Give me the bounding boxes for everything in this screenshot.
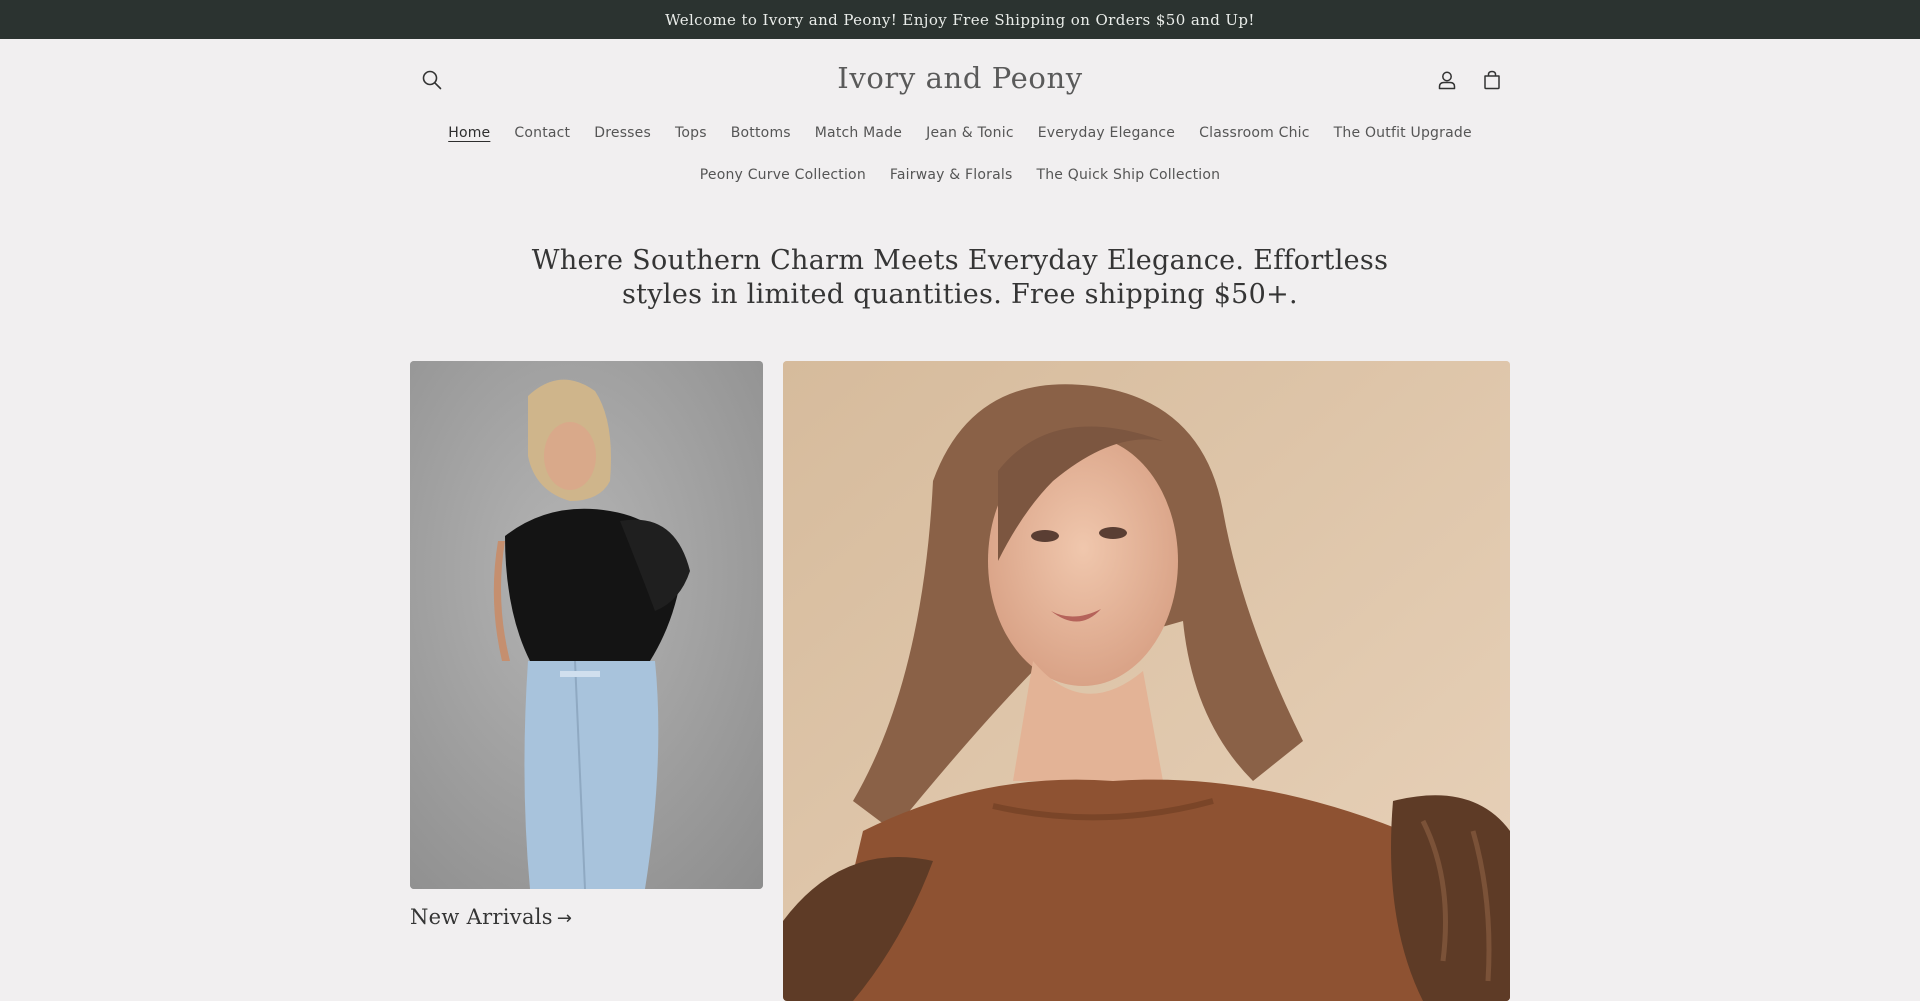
cart-button[interactable] [1475,63,1509,97]
nav-link-tops[interactable]: Tops [663,125,719,141]
site-logo[interactable]: Ivory and Peony [837,61,1082,95]
nav-link-fairway-florals[interactable]: Fairway & Florals [878,167,1025,183]
cart-icon [1484,70,1500,90]
nav-link-match-made[interactable]: Match Made [803,125,914,141]
account-button[interactable] [1430,63,1464,97]
arrow-right-icon: → [556,908,573,929]
search-icon [422,70,442,90]
nav-link-quick-ship[interactable]: The Quick Ship Collection [1024,167,1232,183]
nav-link-jean-and-tonic[interactable]: Jean & Tonic [914,125,1026,141]
nav-link-dresses[interactable]: Dresses [582,125,663,141]
featured-collection-image[interactable] [783,361,1510,1001]
announcement-bar: Welcome to Ivory and Peony! Enjoy Free S… [0,0,1920,39]
model-photo-brown-top [783,361,1510,1001]
search-button[interactable] [415,63,449,97]
hero-headline: Where Southern Charm Meets Everyday Eleg… [0,244,1920,312]
model-photo-black-top [410,361,763,889]
nav-link-peony-curve[interactable]: Peony Curve Collection [688,167,878,183]
nav-link-home[interactable]: Home [436,125,502,141]
site-header: Ivory and Peony Home Contact Dresses Top… [0,39,1920,183]
new-arrivals-image[interactable] [410,361,763,889]
new-arrivals-label: New Arrivals [410,905,553,929]
main-nav-row-1: Home Contact Dresses Tops Bottoms Match … [0,125,1920,141]
nav-link-contact[interactable]: Contact [502,125,582,141]
nav-link-outfit-upgrade[interactable]: The Outfit Upgrade [1322,125,1484,141]
announcement-text: Welcome to Ivory and Peony! Enjoy Free S… [665,10,1255,29]
account-icon [1438,71,1456,90]
nav-link-classroom-chic[interactable]: Classroom Chic [1187,125,1322,141]
logo-container: Ivory and Peony [0,61,1920,95]
hero-headline-line-2: styles in limited quantities. Free shipp… [622,279,1298,310]
main-nav-row-2: Peony Curve Collection Fairway & Florals… [0,167,1920,183]
nav-link-everyday-elegance[interactable]: Everyday Elegance [1026,125,1187,141]
hero-headline-line-1: Where Southern Charm Meets Everyday Eleg… [531,245,1389,276]
new-arrivals-link[interactable]: New Arrivals → [410,905,572,929]
nav-link-bottoms[interactable]: Bottoms [719,125,803,141]
